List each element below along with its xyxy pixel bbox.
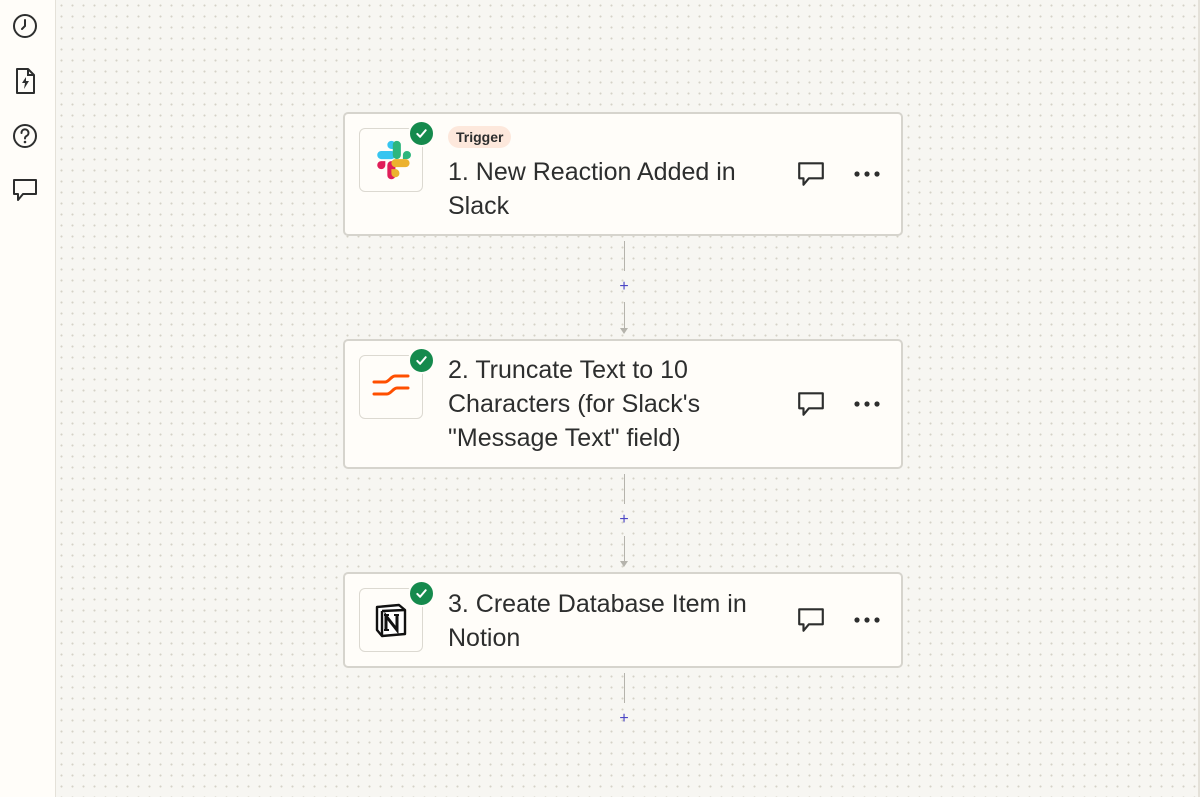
add-step-button[interactable]: + [614,277,634,297]
check-icon [416,589,427,598]
more-horizontal-icon [854,617,880,623]
check-icon [416,129,427,138]
comment-icon [798,392,824,416]
step-1-title[interactable]: 1. New Reaction Added in Slack [448,155,788,223]
help-icon[interactable] [10,121,40,151]
more-horizontal-icon [854,171,880,177]
add-step-button[interactable]: + [614,709,634,729]
step-3-title[interactable]: 3. Create Database Item in Notion [448,587,788,655]
step-2-title[interactable]: 2. Truncate Text to 10 Characters (for S… [448,353,788,455]
connector-arrow [620,328,628,334]
step-1-status-badge [408,120,435,147]
left-sidebar [0,0,56,797]
comment-icon[interactable] [10,175,40,205]
connector-line [624,302,625,330]
connector-line [624,241,625,271]
more-horizontal-icon [854,401,880,407]
check-icon [416,356,427,365]
history-icon[interactable] [10,11,40,41]
step-2-status-badge [408,347,435,374]
step-3-status-badge [408,580,435,607]
step-2-comment-button[interactable] [793,386,829,422]
formatter-icon [372,374,410,396]
step-card-2[interactable]: 2. Truncate Text to 10 Characters (for S… [343,339,903,469]
add-step-button[interactable]: + [614,510,634,530]
step-3-comment-button[interactable] [793,602,829,638]
connector-line [624,673,625,703]
step-1-more-button[interactable] [849,156,885,192]
zap-file-icon[interactable] [10,66,40,96]
connector-line [624,536,625,563]
step-card-1[interactable]: Trigger 1. New Reaction Added in Slack [343,112,903,236]
notion-icon [375,603,407,638]
slack-icon [377,140,411,180]
connector-line [624,474,625,504]
connector-arrow [620,561,628,567]
step-3-more-button[interactable] [849,602,885,638]
trigger-badge: Trigger [448,126,512,148]
step-2-more-button[interactable] [849,386,885,422]
step-1-comment-button[interactable] [793,156,829,192]
step-card-3[interactable]: 3. Create Database Item in Notion [343,572,903,668]
comment-icon [798,162,824,186]
comment-icon [798,608,824,632]
